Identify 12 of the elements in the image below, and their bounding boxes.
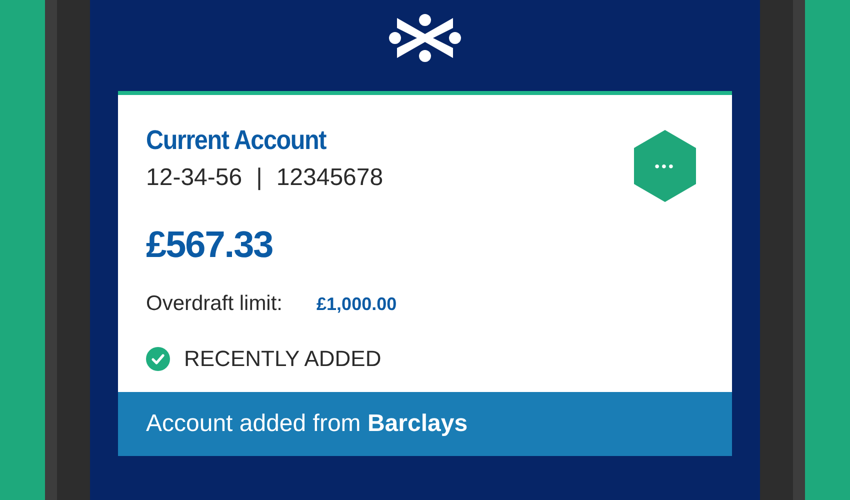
separator: | [256,164,262,192]
account-footer: Account added from Barclays [118,392,732,456]
sort-code: 12-34-56 [146,164,242,192]
overdraft-label: Overdraft limit: [146,292,283,316]
balance: £567.33 [146,224,274,266]
account-number: 12345678 [276,164,384,192]
account-name: Current Account [146,125,328,156]
check-icon [146,347,170,371]
overdraft-value: £1,000.00 [316,294,397,315]
logo-icon [389,14,461,62]
status-label: RECENTLY ADDED [184,346,382,372]
account-card[interactable]: Current Account 12-34-56 | 12345678 ••• £567.33 Overdraft limit: £1,000.00 RECENTLY ADDED Account added from Barclays [118,91,732,456]
